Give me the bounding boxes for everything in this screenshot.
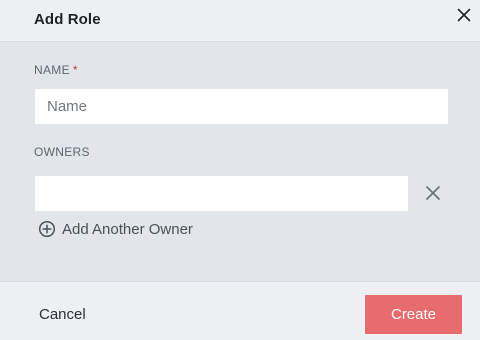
dialog-header: Add Role <box>0 0 480 42</box>
add-another-owner-label: Add Another Owner <box>62 220 193 238</box>
name-input[interactable] <box>34 88 449 125</box>
add-role-dialog: Add Role NAME* OWNERS Add Another Owner … <box>0 0 480 340</box>
owners-label: OWNERS <box>34 145 90 159</box>
add-another-owner-button[interactable]: Add Another Owner <box>38 219 193 239</box>
cancel-button[interactable]: Cancel <box>39 306 86 323</box>
name-label-text: NAME <box>34 63 70 77</box>
dialog-body: NAME* OWNERS Add Another Owner <box>0 42 480 281</box>
create-button[interactable]: Create <box>365 295 462 334</box>
name-label: NAME * <box>34 63 78 77</box>
close-icon[interactable] <box>455 6 473 24</box>
dialog-title: Add Role <box>34 11 101 28</box>
required-marker: * <box>72 63 78 77</box>
dialog-footer: Cancel Create <box>0 281 480 340</box>
owner-input[interactable] <box>34 175 409 212</box>
remove-owner-icon[interactable] <box>424 184 442 202</box>
add-circle-icon <box>38 220 56 238</box>
